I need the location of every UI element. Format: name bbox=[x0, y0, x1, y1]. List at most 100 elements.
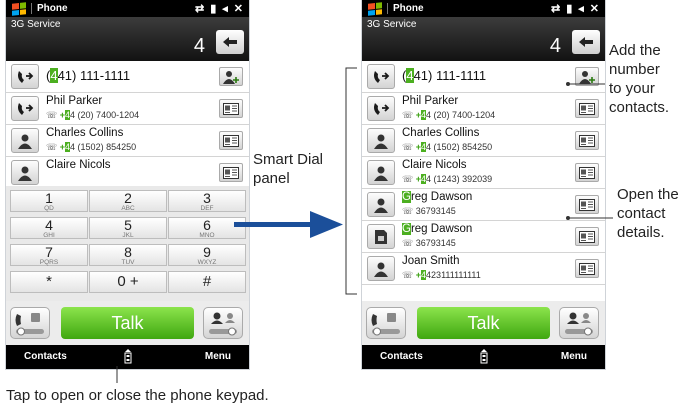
keypad-key-11[interactable]: 0 + bbox=[89, 271, 167, 293]
contact-text: Phil Parker ☏ +44 (20) 7400-1204 bbox=[46, 95, 213, 121]
contact-text: Charles Collins ☏ +44 (1502) 854250 bbox=[402, 127, 569, 153]
contacts-softkey[interactable]: Contacts bbox=[24, 351, 67, 362]
contact-photo bbox=[367, 256, 395, 281]
close-icon[interactable]: ✕ bbox=[590, 2, 599, 15]
talk-button[interactable]: Talk bbox=[417, 307, 550, 339]
open-contact-details-button[interactable] bbox=[219, 99, 243, 118]
phone-screen-keypad-open: Phone ⇄ ▮ ◂ ✕ 3G Service 4 (441) 111-111… bbox=[6, 0, 249, 369]
close-icon[interactable]: ✕ bbox=[234, 2, 243, 15]
keypad-key-8[interactable]: 8 TUV bbox=[89, 244, 167, 266]
signal-icon[interactable]: ▮ bbox=[210, 2, 216, 15]
open-contact-details-button[interactable] bbox=[575, 131, 599, 150]
key-digit: 2 bbox=[124, 190, 132, 206]
key-symbol: # bbox=[202, 273, 212, 290]
signal-icon[interactable]: ▮ bbox=[566, 2, 572, 15]
open-contact-details-button[interactable] bbox=[219, 163, 243, 182]
contact-number: ☏ +44 (20) 7400-1204 bbox=[46, 110, 140, 120]
open-contact-details-button[interactable] bbox=[575, 195, 599, 214]
contact-number: ☏ +44 (1243) 392039 bbox=[402, 174, 493, 184]
backspace-button[interactable] bbox=[572, 30, 600, 54]
list-item[interactable]: (441) 111-1111 bbox=[362, 61, 605, 93]
list-item[interactable]: (441) 111-1111 bbox=[6, 61, 249, 93]
app-title: Phone bbox=[387, 3, 551, 14]
keypad-toggle-button[interactable] bbox=[123, 349, 133, 367]
windows-start-icon[interactable] bbox=[368, 1, 382, 16]
list-item[interactable]: Charles Collins ☏ +44 (1502) 854250 bbox=[6, 125, 249, 157]
contact-text: Greg Dawson ☏ 36793145 bbox=[402, 223, 569, 249]
phone-screen-keypad-closed: Phone ⇄ ▮ ◂ ✕ 3G Service 4 (441) 111-111… bbox=[362, 0, 605, 369]
connectivity-icon[interactable]: ⇄ bbox=[551, 2, 560, 15]
contact-details-icon bbox=[579, 198, 595, 211]
contact-text: Greg Dawson ☏ 36793145 bbox=[402, 191, 569, 217]
backspace-icon bbox=[223, 37, 237, 47]
open-contact-details-button[interactable] bbox=[575, 163, 599, 182]
volume-icon[interactable]: ◂ bbox=[222, 2, 228, 15]
open-contact-details-button[interactable] bbox=[575, 227, 599, 246]
keypad-key-2[interactable]: 2 ABC bbox=[89, 190, 167, 212]
contact-name: Phil Parker bbox=[46, 95, 103, 107]
contact-photo bbox=[11, 96, 39, 121]
contact-icon bbox=[374, 198, 388, 213]
smart-dial-callout: Smart Dial panel bbox=[253, 151, 324, 187]
open-contact-details-button[interactable] bbox=[575, 99, 599, 118]
add-to-contacts-button[interactable] bbox=[575, 67, 599, 86]
keypad-key-12[interactable]: # bbox=[168, 271, 246, 293]
keypad-key-1[interactable]: 1 QD bbox=[10, 190, 88, 212]
contact-icon bbox=[374, 262, 388, 277]
conference-toggle[interactable] bbox=[203, 307, 243, 339]
status-bar: Phone ⇄ ▮ ◂ ✕ bbox=[6, 0, 249, 17]
contact-number: ☏ +4423111111111 bbox=[402, 270, 481, 280]
add-to-contacts-button[interactable] bbox=[219, 67, 243, 86]
list-item[interactable]: Claire Nicols ☏ +44 (1243) 392039 bbox=[362, 157, 605, 189]
keypad-key-5[interactable]: 5 JKL bbox=[89, 217, 167, 239]
keypad-toggle-button[interactable] bbox=[479, 349, 489, 367]
contact-number: ☏ +44 (1502) 854250 bbox=[46, 142, 137, 152]
list-item[interactable]: Greg Dawson ☏ 36793145 bbox=[362, 221, 605, 253]
open-contact-callout: Open the contact details. bbox=[617, 186, 679, 241]
key-digit: 7 bbox=[45, 244, 53, 260]
list-item[interactable]: Claire Nicols bbox=[6, 157, 249, 189]
keypad-key-6[interactable]: 6 MNO bbox=[168, 217, 246, 239]
talk-button[interactable]: Talk bbox=[61, 307, 194, 339]
keypad-key-4[interactable]: 4 GHI bbox=[10, 217, 88, 239]
conference-toggle[interactable] bbox=[559, 307, 599, 339]
contacts-softkey[interactable]: Contacts bbox=[380, 351, 423, 362]
add-number-callout: Add the number to your contacts. bbox=[609, 42, 670, 116]
list-item[interactable]: Phil Parker ☏ +44 (20) 7400-1204 bbox=[362, 93, 605, 125]
call-bar: Talk bbox=[362, 301, 605, 345]
keypad-key-3[interactable]: 3 DEF bbox=[168, 190, 246, 212]
volume-icon[interactable]: ◂ bbox=[578, 2, 584, 15]
call-history-icon bbox=[18, 102, 34, 115]
speaker-toggle[interactable] bbox=[366, 307, 406, 339]
connectivity-icon[interactable]: ⇄ bbox=[195, 2, 204, 15]
key-digit: 5 bbox=[124, 217, 132, 233]
windows-start-icon[interactable] bbox=[12, 1, 26, 16]
app-title: Phone bbox=[31, 3, 195, 14]
key-symbol: * bbox=[46, 273, 52, 290]
call-history-icon bbox=[374, 102, 390, 115]
menu-softkey[interactable]: Menu bbox=[205, 351, 231, 362]
key-digit: 4 bbox=[45, 217, 53, 233]
open-contact-details-button[interactable] bbox=[219, 131, 243, 150]
speaker-toggle[interactable] bbox=[10, 307, 50, 339]
call-history-icon bbox=[374, 70, 390, 83]
keypad-key-9[interactable]: 9 WXYZ bbox=[168, 244, 246, 266]
list-item[interactable]: Phil Parker ☏ +44 (20) 7400-1204 bbox=[6, 93, 249, 125]
keypad-key-7[interactable]: 7 PQRS bbox=[10, 244, 88, 266]
list-item[interactable]: Charles Collins ☏ +44 (1502) 854250 bbox=[362, 125, 605, 157]
dialed-number-match: (441) 111-1111 bbox=[46, 68, 131, 83]
key-letters: JKL bbox=[122, 232, 134, 239]
key-digit: 6 bbox=[203, 217, 211, 233]
dial-header: 3G Service 4 bbox=[6, 17, 249, 61]
list-item[interactable]: Joan Smith ☏ +4423111111111 bbox=[362, 253, 605, 285]
contact-photo bbox=[11, 128, 39, 153]
menu-softkey[interactable]: Menu bbox=[561, 351, 587, 362]
contact-text: Claire Nicols bbox=[46, 159, 213, 172]
contact-icon bbox=[18, 166, 32, 181]
list-item[interactable]: Greg Dawson ☏ 36793145 bbox=[362, 189, 605, 221]
open-contact-details-button[interactable] bbox=[575, 259, 599, 278]
contact-icon bbox=[374, 166, 388, 181]
backspace-button[interactable] bbox=[216, 30, 244, 54]
keypad-key-10[interactable]: * bbox=[10, 271, 88, 293]
contact-details-icon bbox=[223, 166, 239, 179]
